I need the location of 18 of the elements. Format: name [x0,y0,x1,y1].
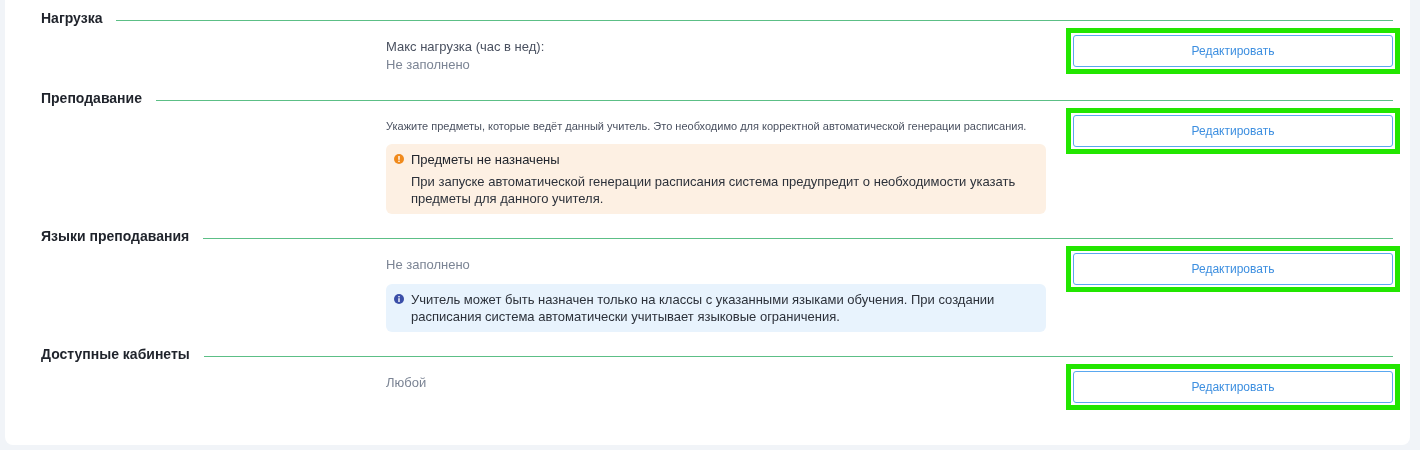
field-label: Макс нагрузка (час в нед): [386,38,546,56]
section-title: Языки преподавания [41,226,190,246]
edit-button[interactable]: Редактировать [1073,115,1393,147]
alert-text: При запуске автоматической генерации расписания система предупредит о необходимости указать предметы для данного учителя. [411,173,1017,207]
edit-button[interactable]: Редактировать [1073,371,1393,403]
hint-text: Укажите предметы, которые ведёт данный учитель. Это необходимо для корректной автоматической генерации расписания. [386,119,1027,134]
field-value: Любой [386,374,427,392]
field-value: Не заполнено [386,256,470,274]
warning-icon [394,154,404,164]
info-icon [394,294,404,304]
section-title: Доступные кабинеты [41,344,190,364]
edit-button[interactable]: Редактировать [1073,253,1393,285]
section-title: Преподавание [41,88,142,108]
field-value: Не заполнено [386,56,471,74]
edit-button[interactable]: Редактировать [1073,35,1393,67]
alert-text: Учитель может быть назначен только на классы с указанными языками обучения. При создании расписания система автоматически учитывает языковые ограничения. [411,291,996,325]
alert-title: Предметы не назначены [411,151,561,169]
section-title: Нагрузка [41,8,103,28]
